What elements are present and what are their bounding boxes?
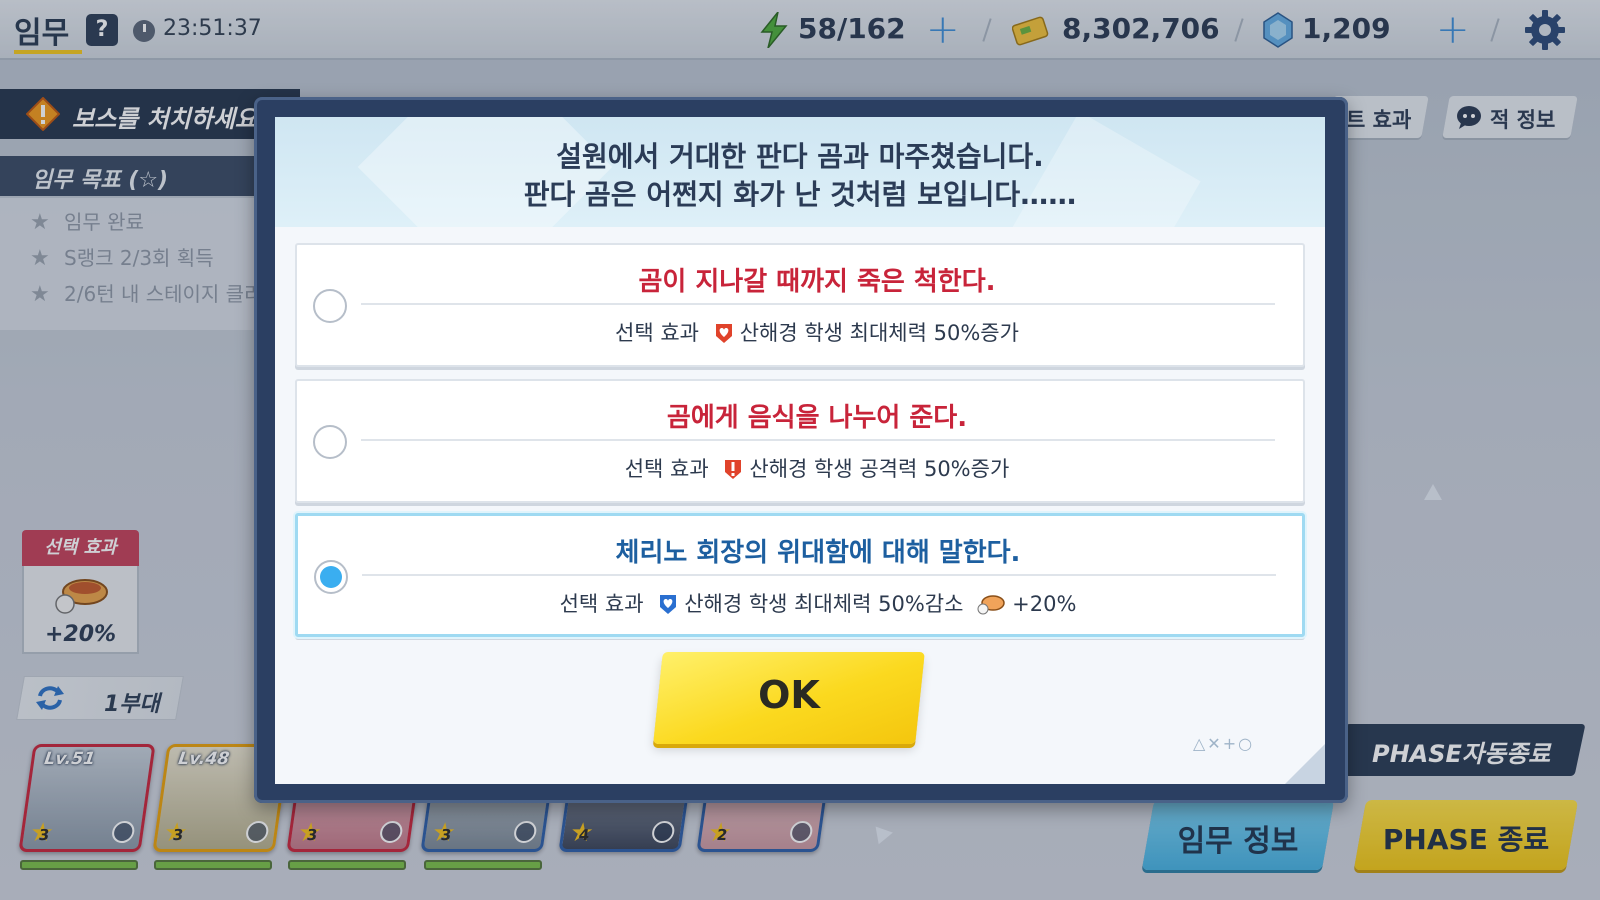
choice-title: 체리노 회장의 위대함에 대해 말한다.	[615, 538, 1021, 568]
divider	[361, 439, 1275, 441]
radio-button[interactable]	[313, 425, 347, 459]
divider	[362, 574, 1276, 576]
ps-shapes-decoration: △✕+○	[1193, 734, 1255, 753]
dialog-header: 설원에서 거대한 판다 곰과 마주쳤습니다. 판다 곰은 어쩐지 화가 난 것처…	[275, 117, 1325, 227]
ok-button-label: OK	[758, 673, 820, 717]
effect-text: 산해경 학생 최대체력 50%증가	[739, 321, 1019, 345]
corner-fold-decoration	[1285, 744, 1325, 784]
choice-effect: 선택 효과 산해경 학생 최대체력 50%감소 +20%	[358, 588, 1278, 618]
effect-text: 산해경 학생 공격력 50%증가	[749, 457, 1010, 481]
radio-button[interactable]	[313, 289, 347, 323]
effect-prefix: 선택 효과	[559, 592, 644, 616]
radio-button-selected[interactable]	[314, 560, 348, 594]
choice-option-3[interactable]: 체리노 회장의 위대함에 대해 말한다. 선택 효과 산해경 학생 최대체력 5…	[295, 513, 1305, 637]
choice-option-1[interactable]: 곰이 지나갈 때까지 죽은 척한다. 선택 효과 산해경 학생 최대체력 50%…	[295, 243, 1305, 367]
choice-effect: 선택 효과 산해경 학생 최대체력 50%증가	[357, 317, 1277, 347]
divider	[361, 303, 1275, 305]
effect-text: 산해경 학생 최대체력 50%감소	[684, 592, 964, 616]
hp-up-heart-icon	[715, 324, 732, 343]
effect-prefix: 선택 효과	[615, 321, 700, 345]
choice-effect: 선택 효과 산해경 학생 공격력 50%증가	[357, 453, 1277, 483]
food-bonus-icon	[977, 595, 1005, 615]
event-prompt-line-1: 설원에서 거대한 판다 곰과 마주쳤습니다.	[556, 140, 1044, 173]
choice-option-2[interactable]: 곰에게 음식을 나누어 준다. 선택 효과 산해경 학생 공격력 50%증가	[295, 379, 1305, 503]
bonus-text: +20%	[1012, 592, 1077, 616]
hp-down-heart-icon	[660, 595, 677, 614]
choice-title: 곰이 지나갈 때까지 죽은 척한다.	[638, 267, 996, 297]
effect-prefix: 선택 효과	[624, 457, 709, 481]
attack-up-icon	[725, 460, 742, 479]
choice-title: 곰에게 음식을 나누어 준다.	[666, 403, 968, 433]
event-prompt-line-2: 판다 곰은 어쩐지 화가 난 것처럼 보입니다……	[523, 178, 1077, 211]
